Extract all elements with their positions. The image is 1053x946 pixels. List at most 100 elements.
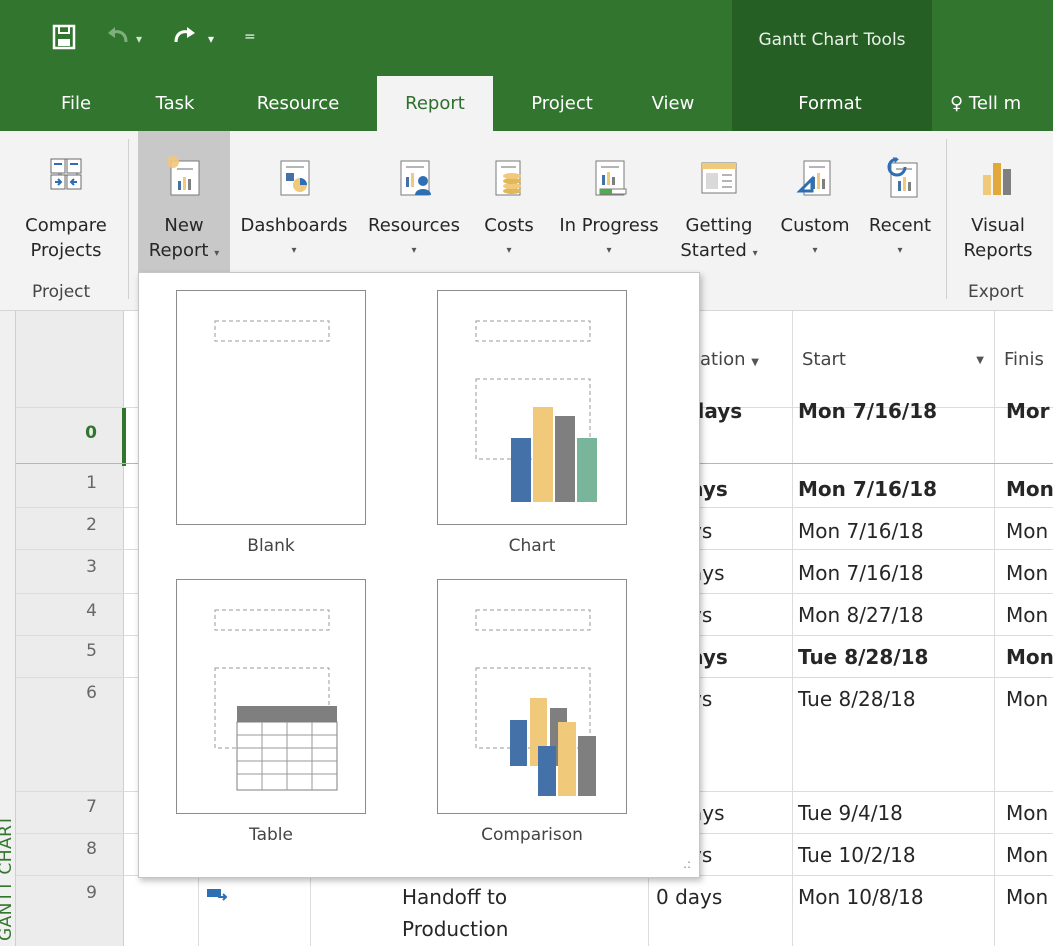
template-label-table: Table <box>249 825 293 845</box>
table-report-thumbnail-icon <box>214 609 338 791</box>
tab-resource[interactable]: Resource <box>240 76 356 131</box>
resources-label: Resources ▾ <box>358 213 470 263</box>
getting-started-label: Getting Started ▾ <box>680 215 758 261</box>
undo-dropdown-icon[interactable]: ▾ <box>136 32 142 46</box>
finish-cell[interactable]: Mon <box>1006 843 1048 867</box>
resources-button[interactable]: Resources ▾ <box>358 131 470 279</box>
dropdown-arrow-icon: ▾ <box>291 245 297 256</box>
start-column-header[interactable]: Start ▼ <box>802 349 988 370</box>
dropdown-arrow-icon: ▾ <box>752 248 758 259</box>
compare-projects-button[interactable]: Compare Projects <box>14 131 118 279</box>
column-divider <box>994 311 995 946</box>
finish-column-header[interactable]: Finis <box>1004 349 1044 370</box>
in-progress-label: In Progress ▾ <box>550 213 668 263</box>
dropdown-arrow-icon: ▾ <box>506 245 512 256</box>
start-cell[interactable]: Mon 10/8/18 <box>798 885 924 909</box>
custom-button[interactable]: Custom ▾ <box>770 131 860 279</box>
row-number[interactable]: 9 <box>16 883 124 903</box>
tab-report[interactable]: Report <box>377 76 493 131</box>
tab-file[interactable]: File <box>46 76 106 131</box>
comparison-report-thumbnail-icon <box>475 609 596 796</box>
template-label-chart: Chart <box>508 536 556 556</box>
start-cell[interactable]: Tue 9/4/18 <box>798 801 903 825</box>
visual-reports-button[interactable]: Visual Reports <box>952 131 1044 279</box>
start-cell[interactable]: Mon 7/16/18 <box>798 519 924 543</box>
redo-icon[interactable] <box>172 24 198 51</box>
report-template-table[interactable] <box>176 579 366 814</box>
task-name-cell[interactable]: Handoff to <box>402 885 507 909</box>
customize-icon[interactable]: = <box>244 29 256 45</box>
resize-grip-icon[interactable]: .: <box>683 857 691 871</box>
row-number[interactable]: 5 <box>16 641 124 661</box>
dashboards-button[interactable]: Dashboards ▾ <box>232 131 356 279</box>
new-report-label: New Report ▾ <box>148 215 220 261</box>
template-label-blank: Blank <box>247 536 295 556</box>
start-cell[interactable]: Tue 10/2/18 <box>798 843 916 867</box>
report-template-comparison[interactable] <box>437 579 627 814</box>
start-cell[interactable]: Mon 7/16/18 <box>798 561 924 585</box>
finish-cell[interactable]: Mon <box>1006 801 1048 825</box>
start-cell[interactable]: Tue 8/28/18 <box>798 687 916 711</box>
dropdown-arrow-icon: ▾ <box>897 245 903 256</box>
compare-projects-label: Compare Projects <box>25 215 107 261</box>
group-separator <box>946 139 947 299</box>
row-number[interactable]: 2 <box>16 515 124 535</box>
column-divider <box>792 311 793 946</box>
row-number[interactable]: 8 <box>16 839 124 859</box>
report-template-blank[interactable] <box>176 290 366 525</box>
dashboards-icon <box>280 160 310 196</box>
visual-reports-label: Visual Reports <box>963 215 1033 261</box>
finish-cell[interactable]: Mon <box>1006 603 1048 627</box>
start-cell[interactable]: Mon 8/27/18 <box>798 603 924 627</box>
finish-cell[interactable]: Mon <box>1006 561 1048 585</box>
dashboards-label: Dashboards ▾ <box>232 213 356 263</box>
finish-cell[interactable]: Mor <box>1006 399 1050 423</box>
tab-project[interactable]: Project <box>512 76 612 131</box>
undo-icon[interactable] <box>106 24 130 51</box>
tell-me-label: Tell m <box>968 93 1022 114</box>
duration-cell[interactable]: 0 days <box>656 885 722 909</box>
finish-cell[interactable]: Mon <box>1006 519 1048 543</box>
tab-task[interactable]: Task <box>142 76 208 131</box>
row-number[interactable]: 0 <box>16 423 124 443</box>
filter-dropdown-icon: ▼ <box>751 357 759 368</box>
row-number[interactable]: 4 <box>16 601 124 621</box>
finish-cell[interactable]: Mon <box>1006 645 1053 669</box>
save-icon[interactable] <box>52 24 76 55</box>
start-cell[interactable]: Tue 8/28/18 <box>798 645 928 669</box>
dropdown-arrow-icon: ▾ <box>411 245 417 256</box>
filter-dropdown-icon: ▼ <box>976 355 984 366</box>
tab-view[interactable]: View <box>640 76 706 131</box>
report-template-chart[interactable] <box>437 290 627 525</box>
in-progress-icon <box>595 160 627 196</box>
getting-started-button[interactable]: Getting Started ▾ <box>672 131 766 279</box>
task-name-cell-line2: Production <box>402 917 509 941</box>
row-number[interactable]: 7 <box>16 797 124 817</box>
redo-dropdown-icon[interactable]: ▾ <box>208 32 214 46</box>
tab-tell-me[interactable]: ♀ Tell m <box>950 76 1053 131</box>
row-number[interactable]: 3 <box>16 557 124 577</box>
finish-cell[interactable]: Mon <box>1006 477 1053 501</box>
custom-icon <box>796 160 831 196</box>
new-report-icon <box>167 156 200 196</box>
finish-cell[interactable]: Mon <box>1006 687 1048 711</box>
new-report-menu: Blank Chart Table Comparison .: <box>138 272 700 878</box>
template-label-comparison: Comparison <box>481 825 583 845</box>
duration-column-header[interactable]: ation ▼ <box>700 349 759 370</box>
visual-reports-icon <box>983 163 1011 195</box>
recent-label: Recent ▾ <box>862 213 938 263</box>
start-cell[interactable]: Mon 7/16/18 <box>798 399 937 423</box>
dropdown-arrow-icon: ▾ <box>214 248 220 259</box>
row-number[interactable]: 6 <box>16 683 124 703</box>
costs-button[interactable]: Costs ▾ <box>476 131 542 279</box>
view-label: GANTT CHART <box>0 814 16 941</box>
in-progress-button[interactable]: In Progress ▾ <box>550 131 668 279</box>
finish-cell[interactable]: Mon <box>1006 885 1048 909</box>
row-number[interactable]: 1 <box>16 473 124 493</box>
recent-button[interactable]: Recent ▾ <box>862 131 938 279</box>
group-separator <box>128 139 129 299</box>
task-mode-icon[interactable] <box>206 887 228 907</box>
tab-format[interactable]: Format <box>780 76 880 131</box>
new-report-button[interactable]: New Report ▾ <box>138 131 230 279</box>
start-cell[interactable]: Mon 7/16/18 <box>798 477 937 501</box>
